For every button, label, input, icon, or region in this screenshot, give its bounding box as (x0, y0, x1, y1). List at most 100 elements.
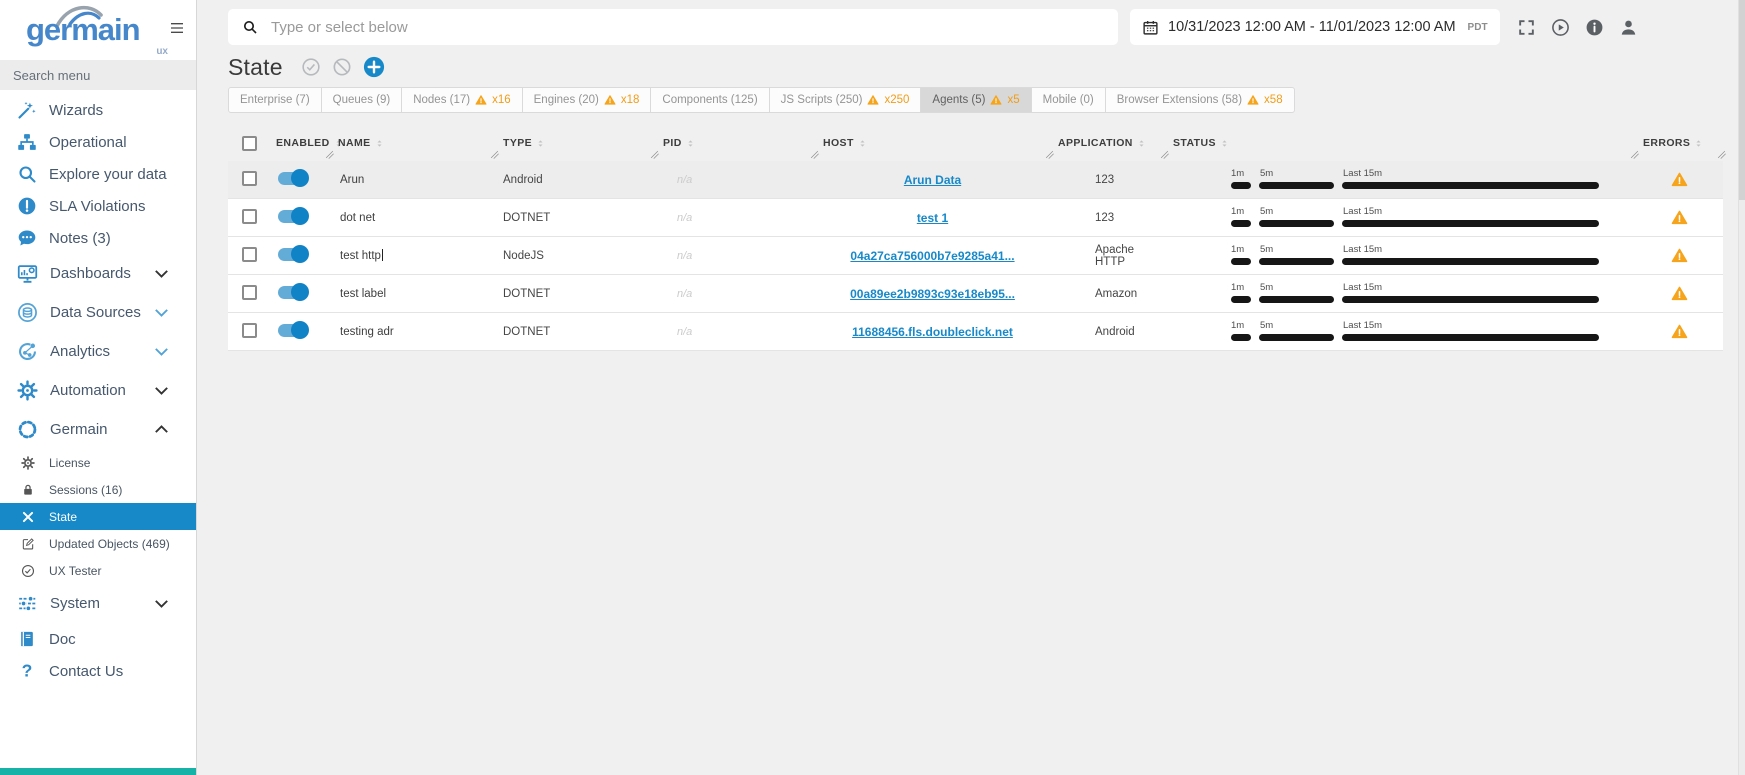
status-bars[interactable] (1231, 182, 1599, 189)
tab-js-scripts-250[interactable]: JS Scripts (250)x250 (770, 88, 922, 112)
sidebar-item-data-sources[interactable]: Data Sources (0, 293, 196, 332)
host-link[interactable]: test 1 (917, 211, 948, 225)
cell-name[interactable]: testing adr (330, 326, 495, 338)
tab-browser-extensions-58[interactable]: Browser Extensions (58)x58 (1106, 88, 1294, 112)
sidebar-item-license[interactable]: License (0, 449, 196, 476)
warning-icon[interactable] (1671, 247, 1688, 264)
column-resize-grip[interactable] (1630, 150, 1639, 159)
chevron-up-icon[interactable] (151, 419, 172, 440)
cell-name[interactable]: test http (330, 249, 495, 262)
chevron-down-icon[interactable] (151, 302, 172, 323)
check-circle-icon[interactable] (301, 57, 321, 77)
column-resize-grip[interactable] (810, 150, 819, 159)
cell-name[interactable]: dot net (330, 212, 495, 224)
scrollbar-thumb[interactable] (1739, 0, 1745, 200)
sidebar-item-sla-violations[interactable]: SLA Violations (0, 190, 196, 222)
sidebar-item-analytics[interactable]: Analytics (0, 332, 196, 371)
chevron-down-icon[interactable] (151, 380, 172, 401)
enabled-toggle[interactable] (278, 286, 307, 299)
vertical-scrollbar[interactable] (1738, 0, 1745, 775)
sort-icon[interactable] (685, 138, 696, 149)
sort-icon[interactable] (535, 138, 546, 149)
column-header-enabled[interactable]: ENABLED (268, 125, 330, 161)
tab-nodes-17[interactable]: Nodes (17)x16 (402, 88, 522, 112)
cell-name[interactable]: Arun (330, 174, 495, 186)
sort-icon[interactable] (374, 138, 385, 149)
plus-icon[interactable] (363, 56, 385, 78)
sidebar-item-operational[interactable]: Operational (0, 126, 196, 158)
column-resize-grip[interactable] (1160, 150, 1169, 159)
table-row-testing-adr[interactable]: testing adrDOTNETn/a11688456.fls.doublec… (228, 313, 1723, 351)
sidebar-item-germain[interactable]: Germain (0, 410, 196, 449)
column-header-errors[interactable]: ERRORS (1635, 125, 1723, 161)
sidebar-item-notes-3[interactable]: Notes (3) (0, 222, 196, 254)
column-header-pid[interactable]: PID (655, 125, 815, 161)
column-header-host[interactable]: HOST (815, 125, 1050, 161)
status-bars[interactable] (1231, 258, 1599, 265)
chevron-down-icon[interactable] (151, 593, 172, 614)
host-link[interactable]: 00a89ee2b9893c93e18eb95... (850, 287, 1015, 301)
play-icon[interactable] (1551, 18, 1570, 37)
sort-icon[interactable] (857, 138, 868, 149)
sort-icon[interactable] (1136, 138, 1147, 149)
warning-icon[interactable] (1671, 171, 1688, 188)
table-row-dot-net[interactable]: dot netDOTNETn/atest 11231m5mLast 15m (228, 199, 1723, 237)
warning-icon[interactable] (1671, 285, 1688, 302)
enabled-toggle[interactable] (278, 172, 307, 185)
sort-icon[interactable] (1219, 138, 1230, 149)
enabled-toggle[interactable] (278, 210, 307, 223)
sidebar-item-dashboards[interactable]: Dashboards (0, 254, 196, 293)
tab-agents-5[interactable]: Agents (5)x5 (921, 88, 1031, 112)
tab-enterprise-7[interactable]: Enterprise (7) (229, 88, 322, 112)
sidebar-item-ux-tester[interactable]: UX Tester (0, 557, 196, 584)
germain-logo[interactable]: germain ux (26, 4, 158, 58)
sidebar-item-contact-us[interactable]: ?Contact Us (0, 655, 196, 687)
sidebar-item-wizards[interactable]: Wizards (0, 94, 196, 126)
tab-engines-20[interactable]: Engines (20)x18 (523, 88, 652, 112)
row-checkbox[interactable] (242, 209, 257, 224)
sidebar-search-input[interactable] (0, 60, 196, 90)
status-bars[interactable] (1231, 220, 1599, 227)
cell-name[interactable]: test label (330, 288, 495, 300)
host-link[interactable]: 11688456.fls.doubleclick.net (852, 325, 1013, 339)
enabled-toggle[interactable] (278, 324, 307, 337)
hamburger-icon[interactable] (168, 20, 186, 36)
table-row-test-label[interactable]: test labelDOTNETn/a00a89ee2b9893c93e18eb… (228, 275, 1723, 313)
column-header-status[interactable]: STATUS (1165, 125, 1635, 161)
row-checkbox[interactable] (242, 247, 257, 262)
enabled-toggle[interactable] (278, 248, 307, 261)
host-link[interactable]: 04a27ca756000b7e9285a41... (850, 249, 1014, 263)
global-search[interactable] (228, 9, 1118, 45)
tab-components-125[interactable]: Components (125) (651, 88, 769, 112)
chevron-down-icon[interactable] (151, 263, 172, 284)
sidebar-item-explore-your-data[interactable]: Explore your data (0, 158, 196, 190)
column-header-type[interactable]: TYPE (495, 125, 655, 161)
warning-icon[interactable] (1671, 209, 1688, 226)
table-row-test-http[interactable]: test httpNodeJSn/a04a27ca756000b7e9285a4… (228, 237, 1723, 275)
row-checkbox[interactable] (242, 285, 257, 300)
sidebar-item-sessions-16[interactable]: Sessions (16) (0, 476, 196, 503)
select-all-checkbox[interactable] (242, 136, 257, 151)
global-search-input[interactable] (269, 18, 1104, 37)
column-resize-grip[interactable] (490, 150, 499, 159)
column-header-application[interactable]: APPLICATION (1050, 125, 1165, 161)
table-row-arun[interactable]: ArunAndroidn/aArun Data1231m5mLast 15m (228, 161, 1723, 199)
info-icon[interactable] (1585, 18, 1604, 37)
sidebar-item-updated-objects-469[interactable]: Updated Objects (469) (0, 530, 196, 557)
column-resize-grip[interactable] (1045, 150, 1054, 159)
sidebar-item-automation[interactable]: Automation (0, 371, 196, 410)
fullscreen-icon[interactable] (1517, 18, 1536, 37)
tab-mobile-0[interactable]: Mobile (0) (1032, 88, 1106, 112)
chevron-down-icon[interactable] (151, 341, 172, 362)
column-resize-grip[interactable] (650, 150, 659, 159)
sidebar-item-state[interactable]: State (0, 503, 196, 530)
column-resize-grip[interactable] (325, 150, 334, 159)
status-bars[interactable] (1231, 334, 1599, 341)
row-checkbox[interactable] (242, 171, 257, 186)
row-checkbox[interactable] (242, 323, 257, 338)
date-range-picker[interactable]: 10/31/2023 12:00 AM - 11/01/2023 12:00 A… (1130, 9, 1500, 45)
user-icon[interactable] (1619, 18, 1638, 37)
column-header-name[interactable]: NAME (330, 125, 495, 161)
status-bars[interactable] (1231, 296, 1599, 303)
tab-queues-9[interactable]: Queues (9) (322, 88, 403, 112)
